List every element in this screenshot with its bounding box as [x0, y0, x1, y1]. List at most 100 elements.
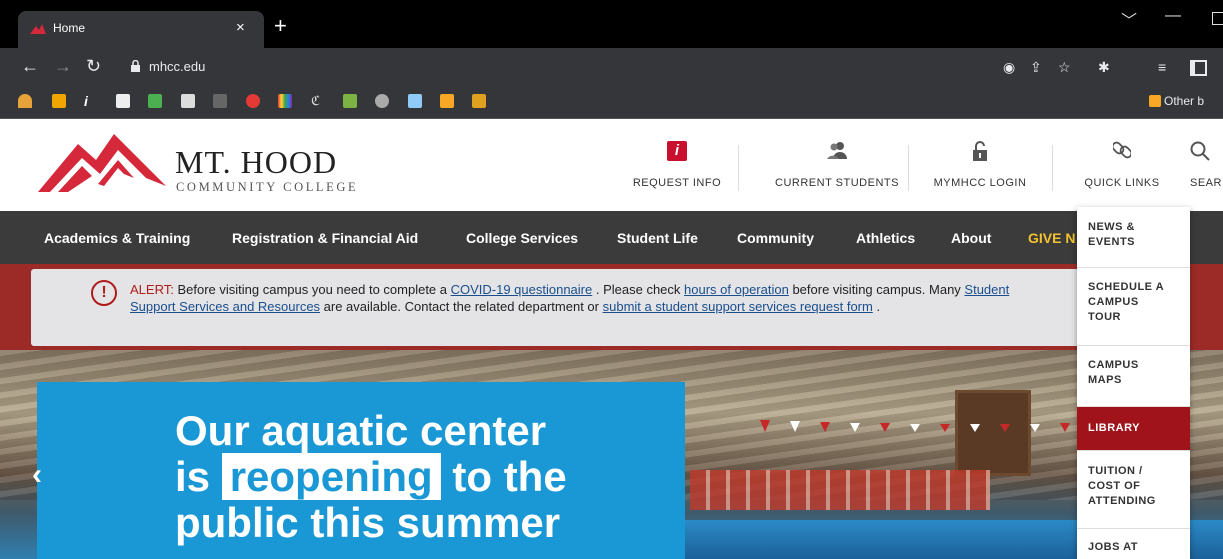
share-icon[interactable]: ⇪: [1030, 59, 1042, 76]
search-button[interactable]: SEAR: [1188, 119, 1223, 211]
link-icon: [1113, 141, 1131, 159]
bookmark-info-icon[interactable]: i: [84, 94, 98, 108]
hero-highlight: reopening: [221, 453, 441, 500]
quick-links-button[interactable]: QUICK LINKS: [1070, 119, 1174, 211]
request-info-label: REQUEST INFO: [632, 177, 722, 189]
alert-text-part: Before visiting campus you need to compl…: [173, 282, 451, 297]
eye-off-icon[interactable]: ◉: [1003, 59, 1015, 76]
quick-link-label: NEWS & EVENTS: [1088, 221, 1136, 248]
bookmark-icon[interactable]: [440, 94, 454, 108]
bookmark-icon[interactable]: [52, 94, 66, 108]
hero-headline-text: is: [175, 453, 222, 500]
alert-box: ! ALERT: Before visiting campus you need…: [31, 269, 1096, 346]
alert-text: ALERT: Before visiting campus you need t…: [130, 281, 1030, 315]
hero-carousel: Our aquatic center is reopening to the p…: [0, 350, 1223, 559]
logo-subtitle: COMMUNITY COLLEGE: [176, 180, 359, 194]
info-icon: i: [667, 141, 687, 161]
nav-registration-financial-aid[interactable]: Registration & Financial Aid: [232, 230, 418, 246]
extensions-icon[interactable]: ✱: [1098, 59, 1110, 76]
bookmark-icon[interactable]: [213, 94, 227, 108]
folder-icon: [1149, 95, 1161, 107]
bookmark-icon[interactable]: [116, 94, 130, 108]
reading-list-icon[interactable]: ≡: [1158, 59, 1166, 75]
address-bar[interactable]: mhcc.edu: [115, 54, 1125, 80]
quick-link-jobs[interactable]: JOBS AT: [1077, 529, 1190, 559]
maximize-icon[interactable]: [1212, 12, 1223, 25]
bookmark-icon[interactable]: [246, 94, 260, 108]
other-bookmarks[interactable]: Other b: [1164, 94, 1204, 108]
search-label: SEAR: [1190, 177, 1222, 189]
hero-headline-text: to the: [440, 453, 567, 500]
bookmark-icon[interactable]: [408, 94, 422, 108]
alert-text-part: before visiting campus. Many: [788, 282, 965, 297]
alert-text-part: . Please check: [592, 282, 685, 297]
site-header: MT. HOOD COMMUNITY COLLEGE i REQUEST INF…: [0, 119, 1223, 211]
alert-text-part: .: [872, 299, 881, 314]
search-icon: [1190, 141, 1210, 161]
support-request-form-link[interactable]: submit a student support services reques…: [603, 299, 873, 314]
nav-give-now[interactable]: GIVE N: [1028, 230, 1078, 246]
bookmarks-bar: i ℭ Other b: [0, 85, 1223, 119]
alert-banner: ! ALERT: Before visiting campus you need…: [0, 264, 1223, 350]
lock-icon: [131, 60, 140, 72]
tab-search-icon[interactable]: ﹀: [1121, 7, 1137, 31]
quick-link-library[interactable]: LIBRARY: [1077, 407, 1190, 451]
url-text: mhcc.edu: [149, 59, 206, 74]
nav-student-life[interactable]: Student Life: [617, 230, 698, 246]
quick-links-label: QUICK LINKS: [1084, 177, 1160, 189]
divider: [738, 145, 739, 191]
quick-link-label: LIBRARY: [1088, 422, 1140, 434]
bookmark-icon[interactable]: [181, 94, 195, 108]
quick-links-dropdown: NEWS & EVENTS SCHEDULE A CAMPUS TOUR CAM…: [1077, 207, 1190, 559]
mymhcc-login-label: MYMHCC LOGIN: [933, 177, 1027, 189]
quick-link-news-events[interactable]: NEWS & EVENTS: [1077, 207, 1190, 268]
minimize-icon[interactable]: —: [1165, 7, 1181, 25]
tab-close-icon[interactable]: ×: [236, 19, 245, 36]
logo-mountain-icon[interactable]: [38, 134, 166, 192]
quick-link-label: CAMPUS MAPS: [1088, 359, 1139, 386]
nav-college-services[interactable]: College Services: [466, 230, 578, 246]
hero-headline: Our aquatic center is reopening to the p…: [175, 408, 567, 546]
bookmark-rainbow-icon[interactable]: [18, 94, 32, 108]
carousel-prev-icon[interactable]: ‹: [32, 458, 42, 492]
star-icon[interactable]: ☆: [1058, 59, 1071, 76]
nav-athletics[interactable]: Athletics: [856, 230, 915, 246]
bookmark-icon[interactable]: [472, 94, 486, 108]
reload-icon[interactable]: ↻: [86, 56, 101, 77]
bookmark-icon[interactable]: [375, 94, 389, 108]
browser-tab[interactable]: Home ×: [18, 11, 264, 48]
unlock-icon: [973, 141, 987, 161]
quick-link-label: SCHEDULE A CAMPUS TOUR: [1088, 281, 1165, 323]
nav-about[interactable]: About: [951, 230, 991, 246]
request-info-button[interactable]: i REQUEST INFO: [624, 119, 730, 211]
hero-headline-line2: is reopening to the: [175, 453, 567, 500]
bookmark-icon[interactable]: ℭ: [311, 94, 325, 108]
logo-name[interactable]: MT. HOOD: [175, 144, 337, 181]
alert-icon: !: [91, 280, 117, 306]
quick-link-tuition[interactable]: TUITION / COST OF ATTENDING: [1077, 451, 1190, 529]
hero-headline-line3: public this summer: [175, 499, 561, 546]
quick-link-label: JOBS AT: [1088, 541, 1138, 553]
hero-image-window: [955, 390, 1031, 476]
back-icon[interactable]: ←: [21, 56, 39, 77]
people-icon: [827, 142, 847, 159]
bookmark-icon[interactable]: [278, 94, 292, 108]
nav-community[interactable]: Community: [737, 230, 814, 246]
current-students-label: CURRENT STUDENTS: [775, 177, 899, 189]
bookmark-icon[interactable]: [148, 94, 162, 108]
bookmark-icon[interactable]: [343, 94, 357, 108]
quick-link-campus-maps[interactable]: CAMPUS MAPS: [1077, 346, 1190, 407]
covid-questionnaire-link[interactable]: COVID-19 questionnaire: [451, 282, 593, 297]
nav-academics-training[interactable]: Academics & Training: [44, 230, 190, 246]
forward-icon[interactable]: →: [54, 56, 72, 77]
tab-title: Home: [53, 21, 86, 35]
mymhcc-login-button[interactable]: MYMHCC LOGIN: [922, 119, 1038, 211]
alert-prefix: ALERT:: [130, 282, 174, 297]
browser-tab-strip: Home × + ﹀ —: [0, 0, 1223, 48]
quick-link-label: TUITION / COST OF ATTENDING: [1088, 465, 1156, 507]
current-students-button[interactable]: CURRENT STUDENTS: [774, 119, 900, 211]
side-panel-icon[interactable]: [1190, 60, 1207, 76]
hours-of-operation-link[interactable]: hours of operation: [684, 282, 789, 297]
quick-link-schedule-tour[interactable]: SCHEDULE A CAMPUS TOUR: [1077, 268, 1190, 346]
new-tab-button[interactable]: +: [274, 13, 287, 39]
